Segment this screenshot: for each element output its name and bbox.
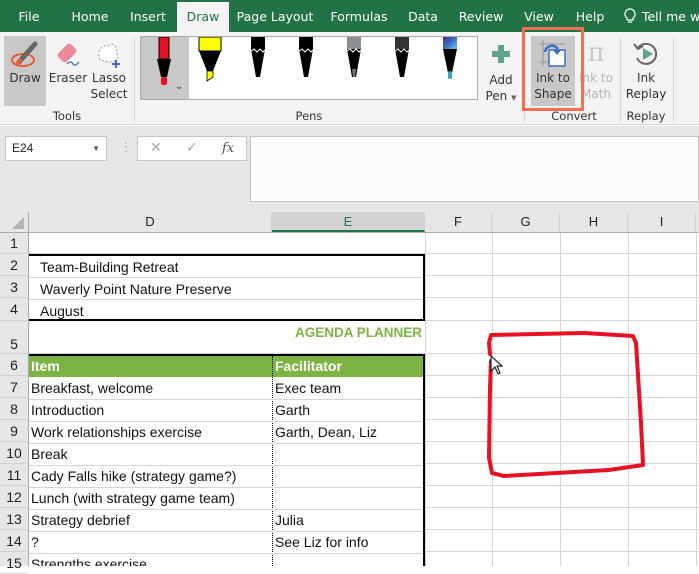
row-header-1[interactable]: 1: [0, 233, 28, 254]
pens-gallery: ⌄: [140, 36, 478, 100]
column-headers: D E F G H I: [0, 212, 699, 233]
name-box[interactable]: E24 ▼: [5, 136, 107, 161]
row-headers: 1 2 3 4 5 6 7 8 9 10 11 12 13 14 15: [0, 233, 29, 574]
dark-gray-pencil-icon[interactable]: [389, 37, 415, 87]
row-header-15[interactable]: 15: [0, 552, 28, 574]
mouse-pointer-icon: [490, 355, 504, 375]
lightbulb-icon: [624, 0, 638, 34]
pi-icon: π: [587, 38, 605, 68]
ink-drawing-layer: [487, 331, 645, 478]
tab-help[interactable]: Help: [571, 0, 609, 32]
select-all-triangle-icon: [12, 217, 24, 229]
ink-to-math-button[interactable]: π Ink to Math: [577, 36, 615, 106]
eraser-button[interactable]: Eraser: [48, 36, 88, 106]
pen-red-selected[interactable]: ⌄: [141, 37, 189, 99]
tab-data[interactable]: Data: [404, 0, 442, 32]
gray-pencil-icon[interactable]: [341, 37, 367, 87]
black-pencil-icon[interactable]: [245, 37, 271, 87]
tell-me-label: Tell me w: [641, 9, 699, 24]
row-header-4[interactable]: 4: [0, 298, 28, 321]
row-header-8[interactable]: 8: [0, 398, 28, 420]
ink-to-shape-label-1: Ink to: [536, 71, 570, 85]
ink-to-shape-button[interactable]: Ink to Shape: [531, 36, 575, 106]
group-divider: [673, 38, 674, 122]
column-header-h[interactable]: H: [560, 212, 628, 232]
tab-home[interactable]: Home: [62, 0, 118, 32]
formula-input[interactable]: [250, 136, 699, 202]
cancel-icon[interactable]: ✕: [150, 137, 162, 160]
column-header-i[interactable]: I: [628, 212, 696, 232]
draw-button[interactable]: Draw: [4, 36, 46, 106]
add-pen-label-2: Pen ▼: [485, 89, 517, 103]
column-header-e[interactable]: E: [272, 212, 425, 232]
enter-checkmark-icon[interactable]: ✓: [186, 137, 198, 160]
row-header-9[interactable]: 9: [0, 420, 28, 442]
lasso-icon: [88, 36, 130, 70]
lasso-label-2: Select: [90, 87, 128, 101]
dropdown-arrow-icon: ▼: [511, 94, 517, 102]
draw-ribbon: Draw Eraser Lasso Select Tools ⌄ Pens Ad…: [0, 32, 699, 125]
add-pen-label-1: Add: [489, 73, 513, 87]
tab-page-layout[interactable]: Page Layout: [234, 0, 316, 32]
add-pen-button[interactable]: Add Pen ▼: [482, 36, 520, 106]
ribbon-tab-bar: File Home Insert Draw Page Layout Formul…: [0, 0, 699, 32]
eraser-label: Eraser: [48, 71, 88, 85]
formula-bar-area: E24 ▼ ⋮ ✕ ✓ fx: [0, 126, 699, 212]
convert-group-label: Convert: [551, 109, 597, 123]
worksheet-grid[interactable]: Team-Building Retreat Waverly Point Natu…: [29, 233, 699, 566]
row-header-3[interactable]: 3: [0, 276, 28, 298]
replay-group-label: Replay: [626, 109, 666, 123]
lasso-label-1: Lasso: [92, 71, 126, 85]
tab-view[interactable]: View: [520, 0, 558, 32]
draw-pen-icon: [4, 36, 46, 70]
lasso-select-button[interactable]: Lasso Select: [88, 36, 130, 106]
select-all-button[interactable]: [0, 212, 29, 232]
row-header-11[interactable]: 11: [0, 464, 28, 486]
draw-label: Draw: [9, 71, 41, 85]
row-header-5[interactable]: 5: [0, 321, 28, 354]
insert-function-icon[interactable]: fx: [222, 137, 234, 160]
ink-to-math-label-2: Math: [580, 87, 612, 101]
ink-to-shape-label-2: Shape: [534, 87, 572, 101]
row-header-12[interactable]: 12: [0, 486, 28, 508]
row-header-2[interactable]: 2: [0, 254, 28, 276]
row-header-7[interactable]: 7: [0, 376, 28, 398]
group-divider: [524, 38, 525, 122]
hand-drawn-rectangle[interactable]: [487, 331, 645, 478]
ink-to-shape-icon: [531, 36, 575, 70]
formula-bar-grip[interactable]: ⋮: [120, 140, 132, 154]
ink-replay-label-1: Ink: [636, 71, 656, 85]
plus-icon: [482, 36, 520, 72]
pens-group-label: Pens: [295, 109, 323, 123]
ink-to-math-label-1: Ink to: [579, 71, 613, 85]
tab-insert[interactable]: Insert: [124, 0, 172, 32]
tab-draw[interactable]: Draw: [177, 2, 229, 32]
row-header-10[interactable]: 10: [0, 442, 28, 464]
replay-icon: [624, 36, 668, 70]
column-header-g[interactable]: G: [492, 212, 560, 232]
formula-buttons: ✕ ✓ fx: [137, 136, 247, 161]
column-header-f[interactable]: F: [425, 212, 492, 232]
row-header-6[interactable]: 6: [0, 354, 28, 376]
red-pen-icon: [157, 37, 171, 85]
ink-replay-button[interactable]: Ink Replay: [624, 36, 668, 106]
row-header-14[interactable]: 14: [0, 530, 28, 552]
column-header-d[interactable]: D: [29, 212, 272, 232]
eraser-icon: [48, 36, 88, 70]
group-divider: [620, 38, 621, 122]
name-box-value: E24: [12, 141, 34, 155]
yellow-highlighter-icon[interactable]: [197, 37, 223, 87]
row-header-13[interactable]: 13: [0, 508, 28, 530]
tab-formulas[interactable]: Formulas: [327, 0, 391, 32]
tab-review[interactable]: Review: [455, 0, 507, 32]
galaxy-pen-icon[interactable]: [437, 37, 463, 87]
pen-options-chevron-icon[interactable]: ⌄: [175, 81, 183, 92]
ink-replay-label-2: Replay: [625, 87, 667, 101]
tell-me-search[interactable]: Tell me w: [624, 0, 699, 32]
tools-group-label: Tools: [52, 109, 82, 123]
tab-file[interactable]: File: [8, 0, 50, 32]
black-pencil-icon[interactable]: [293, 37, 319, 87]
name-box-dropdown-icon[interactable]: ▼: [92, 137, 100, 160]
group-divider: [134, 38, 135, 122]
